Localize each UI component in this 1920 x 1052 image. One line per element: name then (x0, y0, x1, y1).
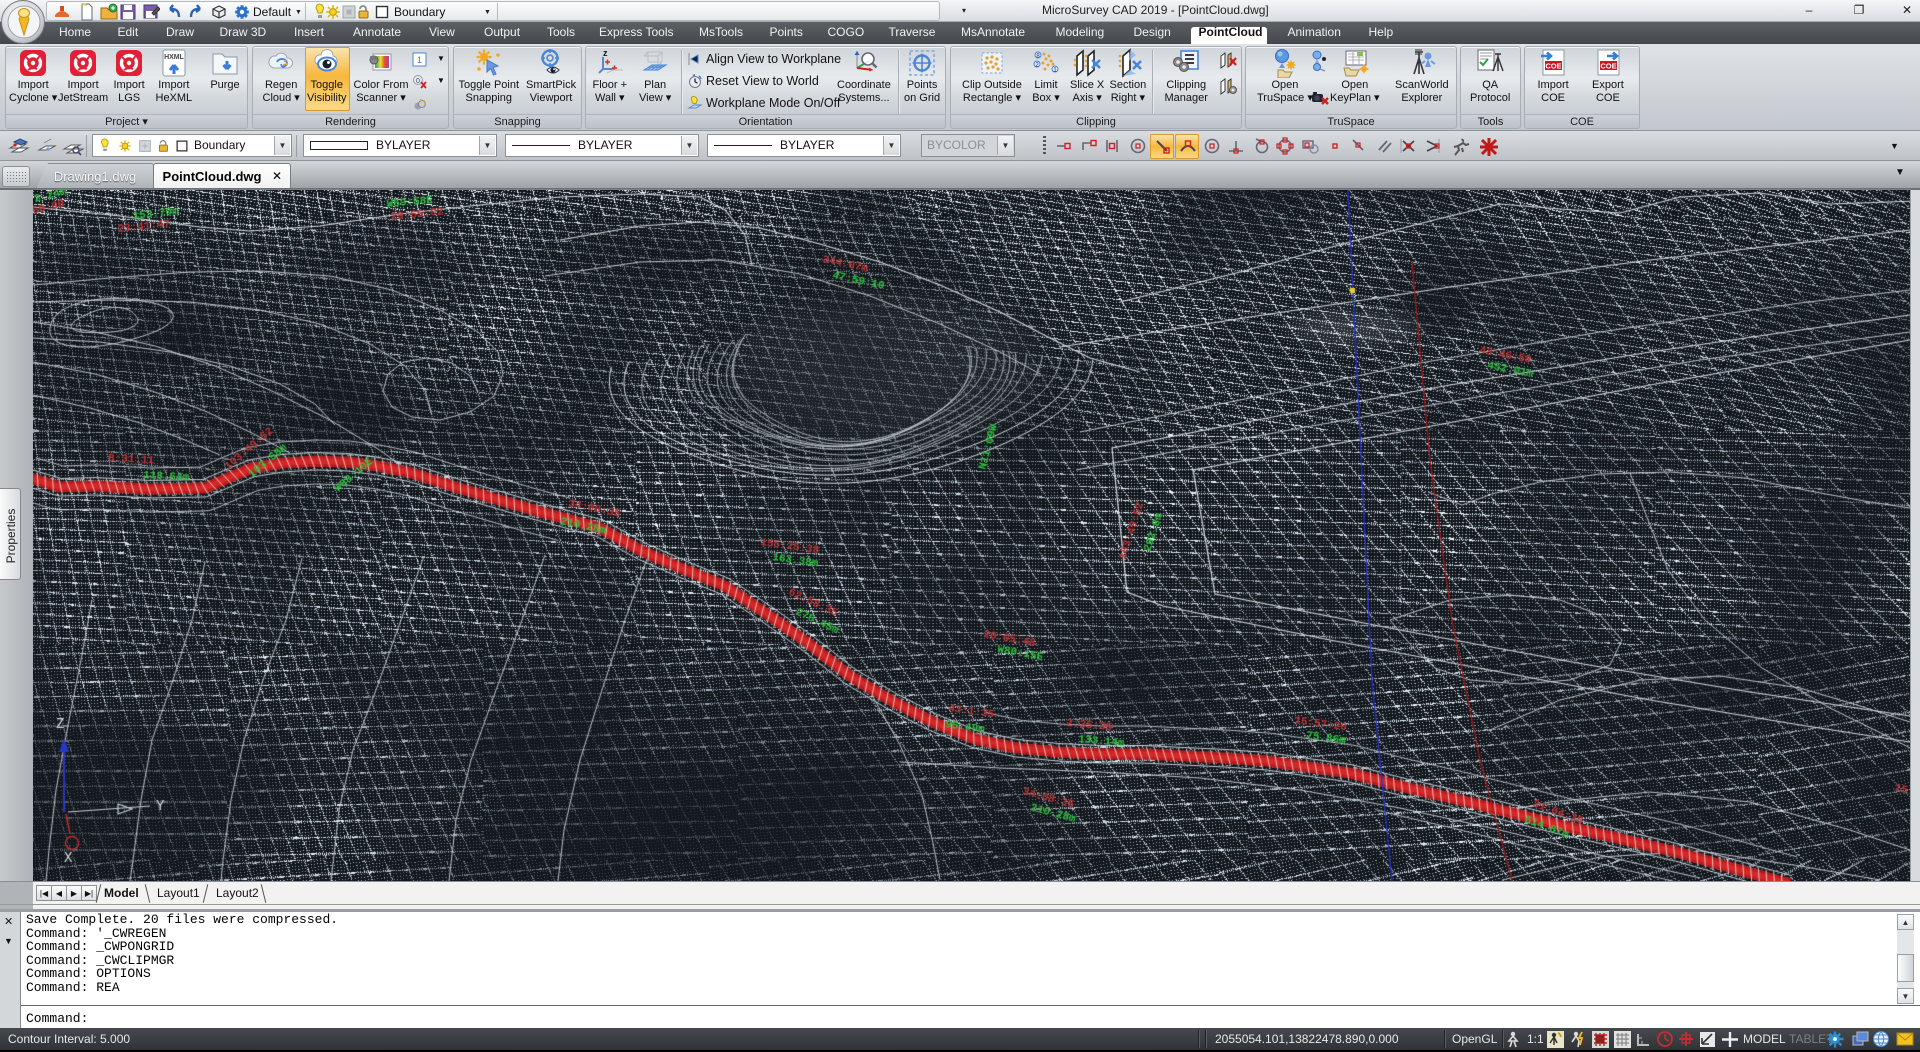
svg-text:1: 1 (417, 55, 422, 65)
svg-text:HXML: HXML (164, 54, 185, 61)
svg-text:COE: COE (1600, 62, 1616, 71)
svg-text:COE: COE (1545, 62, 1561, 71)
svg-text:0: 0 (416, 78, 420, 85)
svg-text:z: z (603, 48, 608, 58)
